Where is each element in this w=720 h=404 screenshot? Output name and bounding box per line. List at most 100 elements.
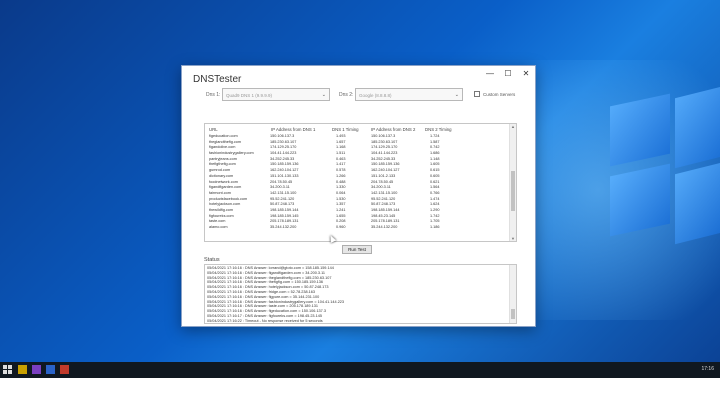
dns-config-row: Dns 1: Quad9 DNS 1 (9.9.9.9) ⌄ Dns 2: Go… xyxy=(182,88,535,102)
cell-timing1: 1.168 xyxy=(336,145,346,150)
cell-ip2: 35.244.132.200 xyxy=(371,225,398,229)
column-header-ip2[interactable]: IP Address from DNS 2 xyxy=(371,127,415,132)
cell-url: fashionindustrygallery.com xyxy=(209,151,254,156)
scroll-down-icon[interactable]: ▼ xyxy=(511,236,515,241)
cell-ip1: 104.41.144.223 xyxy=(270,151,297,156)
status-label: Status xyxy=(204,257,220,263)
status-log[interactable]: 05/04/2021 17:16:16 : DNS Answer: lorran… xyxy=(204,264,517,324)
cell-url: figeducation.com xyxy=(209,134,238,138)
cell-timing2: 0.615 xyxy=(430,168,440,173)
cell-ip2: 174.129.25.170 xyxy=(371,145,398,150)
page-margin xyxy=(0,378,720,404)
cell-timing2: 1.624 xyxy=(430,202,440,207)
column-header-timing2[interactable]: DNS 2 Timing xyxy=(425,127,452,132)
status-scrollbar[interactable] xyxy=(509,265,516,323)
cell-ip2: 150.185.159.136 xyxy=(371,162,400,167)
custom-servers-checkbox[interactable] xyxy=(474,91,480,97)
run-test-button[interactable]: Run Test xyxy=(342,245,372,254)
cell-ip1: 150.185.159.136 xyxy=(270,162,299,167)
cell-timing2: 1.564 xyxy=(430,185,440,190)
cell-timing2: 0.605 xyxy=(430,173,440,178)
table-row[interactable]: alamo.com 35.244.132.200 0.960 35.244.132.2… xyxy=(205,225,510,231)
cell-timing1: 0.578 xyxy=(336,168,346,173)
cell-timing1: 1.330 xyxy=(336,185,346,190)
cell-timing2: 1.605 xyxy=(430,162,440,167)
cell-ip2: 162.240.104.127 xyxy=(371,168,400,173)
cell-ip2: 34.200.3.11 xyxy=(371,185,391,190)
results-table[interactable]: URL IP Address from DNS 1 DNS 1 Timing I… xyxy=(204,123,517,242)
dns2-select[interactable]: Google (8.8.8.8) ⌄ xyxy=(355,88,463,101)
cell-ip1: 204.78.50.45 xyxy=(270,179,293,184)
cell-timing2: 0.742 xyxy=(430,145,440,150)
cell-timing2: 1.474 xyxy=(430,196,440,201)
cell-url: pantryjeans.com xyxy=(209,156,237,161)
cell-ip2: 198.45.23.145 xyxy=(371,213,396,218)
cell-url: fairmont.com xyxy=(209,190,231,195)
scroll-thumb[interactable] xyxy=(511,171,515,211)
cell-timing1: 1.511 xyxy=(336,151,346,156)
cell-url: productsfacebook.com xyxy=(209,196,248,201)
cell-url: thewildfig.com xyxy=(209,207,234,212)
table-body: figeducation.com 150.106.137.3 1.493 150.10… xyxy=(205,134,510,231)
cell-ip1: 34.252.245.33 xyxy=(270,156,295,161)
cell-url: figandolive.com xyxy=(209,145,236,150)
chevron-down-icon: ⌄ xyxy=(321,92,326,98)
status-line: 05/04/2021 17:16:22 : Timeout - No respo… xyxy=(207,318,323,323)
cell-timing1: 1.241 xyxy=(336,207,346,212)
cell-ip2: 185.230.63.107 xyxy=(371,139,398,144)
cell-ip2: 50.87.248.173 xyxy=(371,202,396,207)
cell-ip2: 150.106.137.3 xyxy=(371,134,396,138)
chevron-down-icon: ⌄ xyxy=(454,92,459,98)
cell-ip2: 34.252.245.33 xyxy=(371,156,396,161)
cell-ip1: 35.244.132.200 xyxy=(270,225,297,229)
window-title: DNSTester xyxy=(193,74,242,85)
cell-ip2: 104.41.144.223 xyxy=(371,151,398,156)
close-button[interactable]: ✕ xyxy=(517,66,535,80)
cell-timing1: 0.064 xyxy=(336,190,346,195)
cell-timing2: 1.290 xyxy=(430,207,440,212)
minimize-button[interactable]: — xyxy=(481,66,499,80)
cell-url: alamo.com xyxy=(209,225,228,229)
file-explorer-icon[interactable] xyxy=(18,365,27,374)
cell-url: thefigthefig.com xyxy=(209,162,236,167)
windows-start-icon[interactable] xyxy=(3,365,12,374)
cell-timing1: 1.357 xyxy=(336,202,346,207)
dns1-value: Quad9 DNS 1 (9.9.9.9) xyxy=(226,93,273,98)
visual-studio-icon[interactable] xyxy=(32,365,41,374)
cell-timing1: 1.657 xyxy=(336,139,346,144)
app-icon[interactable] xyxy=(60,365,69,374)
cell-ip1: 198.185.159.144 xyxy=(270,207,299,212)
cell-url: gumrod.com xyxy=(209,168,231,173)
app-icon[interactable] xyxy=(46,365,55,374)
column-header-url[interactable]: URL xyxy=(209,127,218,132)
cell-timing2: 1.686 xyxy=(430,151,440,156)
cell-timing1: 1.530 xyxy=(336,196,346,201)
dns1-select[interactable]: Quad9 DNS 1 (9.9.9.9) ⌄ xyxy=(222,88,330,101)
custom-servers-label: Custom Servers xyxy=(483,92,516,97)
cell-ip1: 174.129.25.170 xyxy=(270,145,297,150)
cell-timing1: 1.493 xyxy=(336,134,346,138)
cell-timing2: 1.587 xyxy=(430,139,440,144)
cell-timing1: 0.488 xyxy=(336,179,346,184)
scroll-up-icon[interactable]: ▲ xyxy=(511,124,515,129)
cell-timing2: 0.621 xyxy=(430,179,440,184)
cell-url: figandfigarden.com xyxy=(209,185,242,190)
cell-ip1: 151.101.130.133 xyxy=(270,173,299,178)
column-header-ip1[interactable]: IP Address from DNS 1 xyxy=(271,127,315,132)
cell-timing1: 1.266 xyxy=(336,173,346,178)
cell-timing1: 0.463 xyxy=(336,156,346,161)
cell-url: figfoureks.com xyxy=(209,213,234,218)
cell-timing1: 1.417 xyxy=(336,162,346,167)
cell-ip2: 204.78.50.45 xyxy=(371,179,394,184)
cell-ip1: 50.87.248.173 xyxy=(270,202,295,207)
cell-ip2: 198.185.159.144 xyxy=(371,207,400,212)
status-list: 05/04/2021 17:16:16 : DNS Answer: lorran… xyxy=(205,266,344,323)
taskbar-clock[interactable]: 17:16 xyxy=(701,366,714,372)
maximize-button[interactable]: ☐ xyxy=(499,66,517,80)
dns2-value: Google (8.8.8.8) xyxy=(359,93,392,98)
results-scrollbar[interactable]: ▲ ▼ xyxy=(509,124,516,241)
cell-url: taste.com xyxy=(209,219,226,224)
cell-ip2: 205.178.189.131 xyxy=(371,219,400,224)
column-header-timing1[interactable]: DNS 1 Timing xyxy=(332,127,359,132)
scroll-thumb[interactable] xyxy=(511,309,515,319)
